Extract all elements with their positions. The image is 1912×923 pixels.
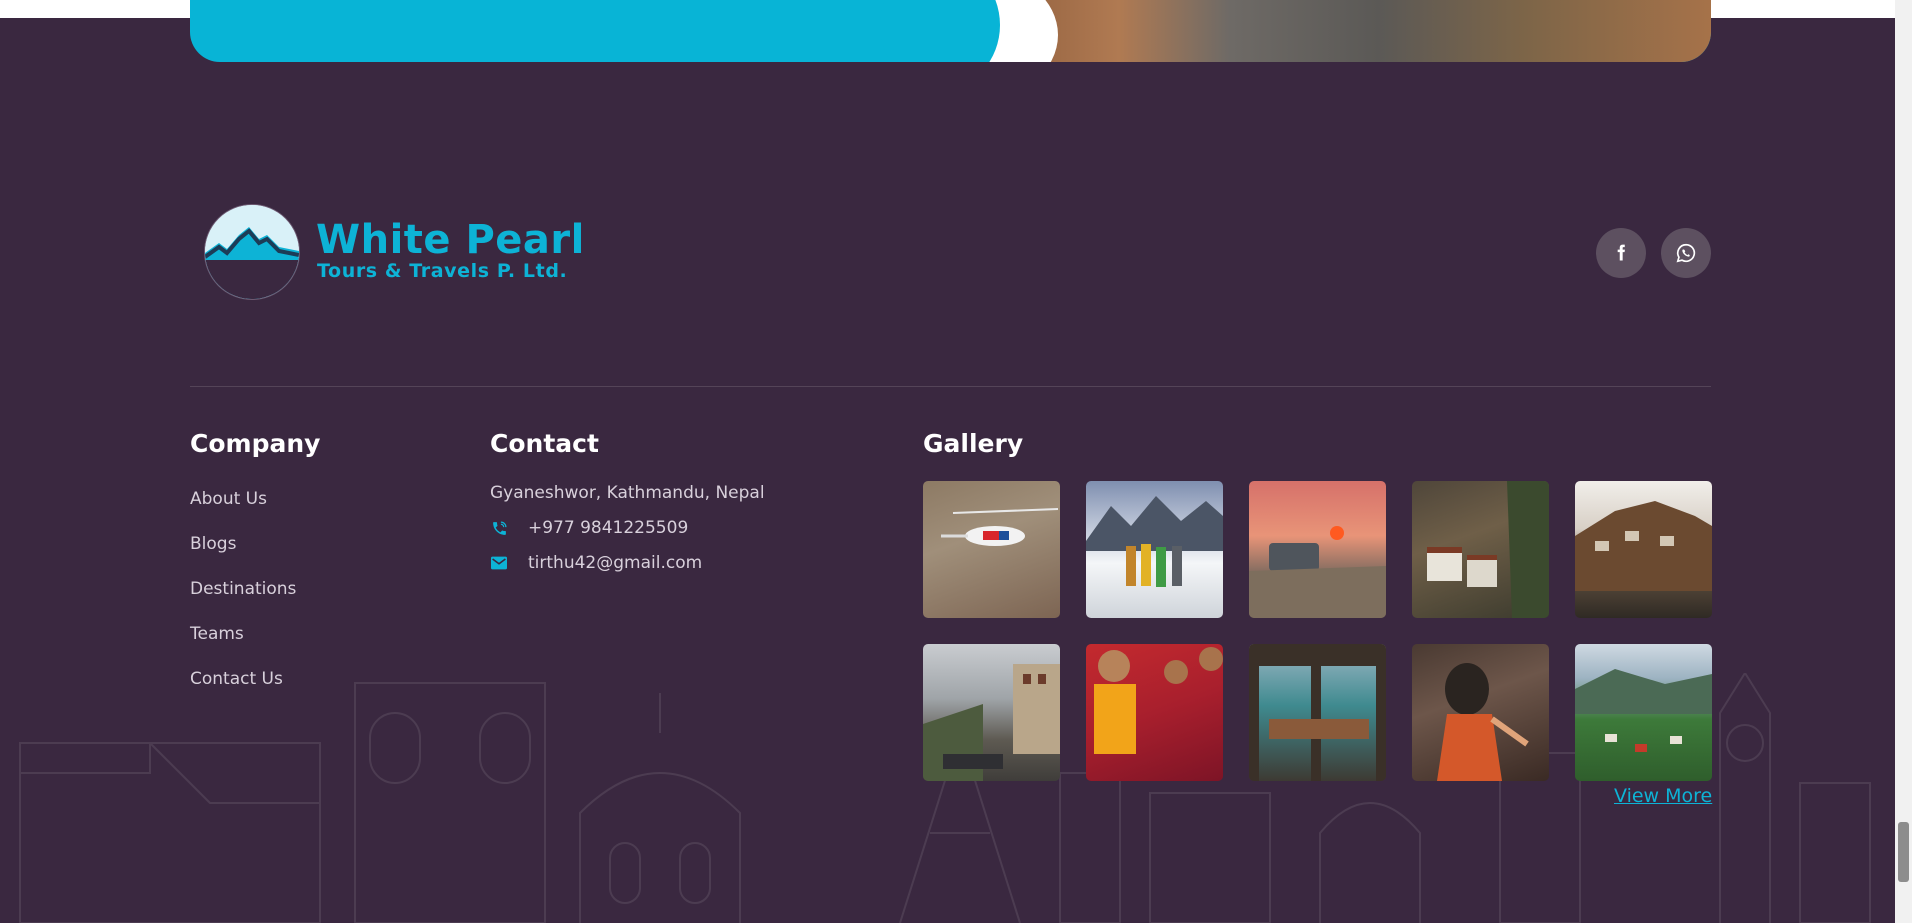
trekkers-snow-image xyxy=(1086,496,1223,587)
gallery-thumb-valley-window[interactable] xyxy=(1249,644,1386,781)
young-monks-image xyxy=(1094,647,1223,754)
brand-logo-emblem[interactable] xyxy=(204,204,300,300)
company-heading: Company xyxy=(190,429,321,458)
sunset-jeep-image xyxy=(1249,526,1386,618)
facebook-button[interactable] xyxy=(1596,228,1646,278)
footer-divider xyxy=(190,386,1711,387)
street-town-image xyxy=(923,664,1060,781)
footer-link-contact-us[interactable]: Contact Us xyxy=(190,668,283,690)
scrollbar-thumb[interactable] xyxy=(1898,822,1909,882)
gallery-thumb-sunset[interactable] xyxy=(1249,481,1386,618)
gallery-thumb-trekkers[interactable] xyxy=(1086,481,1223,618)
gallery-thumb-cliff-monastery[interactable] xyxy=(1412,481,1549,618)
mail-icon xyxy=(490,554,508,572)
mountain-icon xyxy=(205,205,299,299)
contact-email: tirthu42@gmail.com xyxy=(528,553,703,573)
gallery-heading: Gallery xyxy=(923,429,1024,458)
contact-phone: +977 9841225509 xyxy=(528,518,689,538)
cta-banner xyxy=(190,0,1711,62)
contact-email-row[interactable]: tirthu42@gmail.com xyxy=(490,552,702,574)
footer-link-blogs[interactable]: Blogs xyxy=(190,533,236,555)
whatsapp-icon xyxy=(1676,243,1696,263)
gallery-thumb-hillside-village[interactable] xyxy=(1575,481,1712,618)
contact-phone-row[interactable]: +977 9841225509 xyxy=(490,517,688,539)
contact-address: Gyaneshwor, Kathmandu, Nepal xyxy=(490,483,765,503)
brand-name: White Pearl xyxy=(316,217,585,263)
gallery-view-more-link[interactable]: View More xyxy=(1614,784,1712,808)
banner-road-photo xyxy=(971,0,1711,62)
gallery-thumb-helicopter[interactable] xyxy=(923,481,1060,618)
page-scrollbar[interactable] xyxy=(1895,0,1912,923)
gallery-thumb-valley-town[interactable] xyxy=(1575,644,1712,781)
facebook-icon xyxy=(1617,244,1625,261)
valley-town-image xyxy=(1575,669,1712,752)
valley-window-image xyxy=(1249,644,1386,781)
brand-tagline: Tours & Travels P. Ltd. xyxy=(317,260,568,282)
banner-wave-mask xyxy=(880,0,1000,62)
whatsapp-button[interactable] xyxy=(1661,228,1711,278)
gallery-thumb-masked-dancer[interactable] xyxy=(1412,644,1549,781)
cliff-monastery-image xyxy=(1427,481,1549,618)
masked-dancer-image xyxy=(1437,663,1529,781)
gallery-thumb-street-town[interactable] xyxy=(923,644,1060,781)
gallery-thumb-young-monks[interactable] xyxy=(1086,644,1223,781)
footer-link-teams[interactable]: Teams xyxy=(190,623,244,645)
contact-heading: Contact xyxy=(490,429,599,458)
footer-link-about-us[interactable]: About Us xyxy=(190,488,267,510)
hillside-village-image xyxy=(1575,501,1712,591)
footer-link-destinations[interactable]: Destinations xyxy=(190,578,296,600)
helicopter-image xyxy=(941,508,1059,546)
phone-icon xyxy=(490,519,508,537)
